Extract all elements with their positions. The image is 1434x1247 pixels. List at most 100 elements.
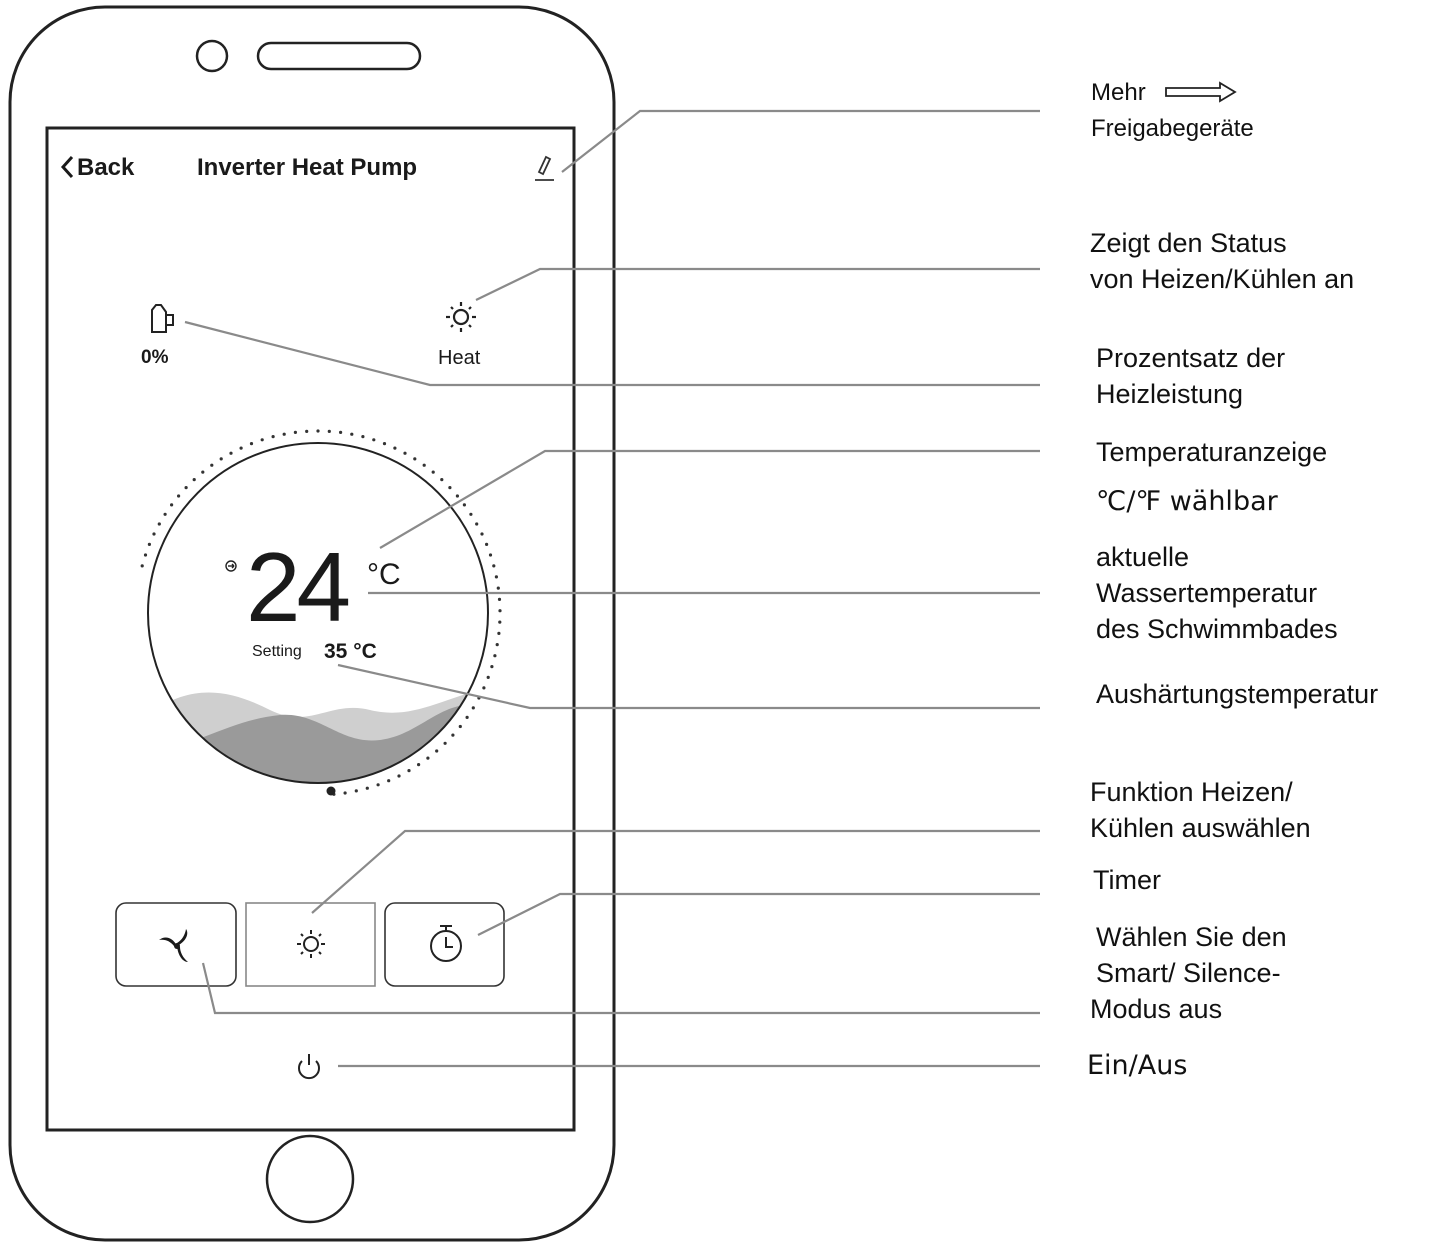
dial-indicator-dot[interactable] bbox=[326, 786, 336, 796]
dial-dot bbox=[177, 494, 181, 498]
dial-dot bbox=[143, 553, 148, 557]
dial-dot bbox=[382, 442, 387, 446]
label-mode-select-1: Funktion Heizen/ bbox=[1090, 777, 1293, 807]
arrow-right-icon bbox=[1165, 81, 1237, 103]
label-fan-2: Smart/ Silence- bbox=[1096, 958, 1281, 988]
label-water-1: aktuelle bbox=[1096, 542, 1190, 572]
dial-dot bbox=[192, 478, 196, 482]
dial-dot bbox=[397, 774, 401, 778]
dial-dot bbox=[431, 470, 435, 474]
dial-dot bbox=[458, 724, 462, 729]
dial-dot bbox=[147, 542, 151, 547]
dial-dot bbox=[184, 486, 188, 490]
dial-dot bbox=[494, 575, 498, 579]
dial-dot bbox=[426, 756, 430, 760]
app-title: Inverter Heat Pump bbox=[197, 154, 418, 181]
dial-dot bbox=[490, 665, 494, 669]
setting-label: Setting bbox=[252, 643, 302, 660]
dial-dot bbox=[435, 749, 439, 753]
dial-dot bbox=[271, 435, 275, 439]
label-fan-1: Wählen Sie den bbox=[1096, 922, 1287, 952]
dial-dot bbox=[480, 532, 484, 536]
dial-dot bbox=[485, 542, 489, 547]
dial-dot bbox=[497, 597, 502, 602]
dial-dot bbox=[393, 446, 397, 450]
dial-dot bbox=[361, 435, 365, 439]
current-temperature: 24 bbox=[246, 532, 351, 642]
dial-dot bbox=[498, 620, 502, 624]
dial-dot bbox=[465, 715, 469, 720]
dial-dot bbox=[305, 429, 309, 433]
dial-dot bbox=[163, 512, 167, 516]
dial-dot bbox=[350, 432, 354, 436]
dial-dot bbox=[462, 503, 466, 507]
dial-dot bbox=[451, 733, 455, 737]
label-temp-display: Temperaturanzeige bbox=[1096, 437, 1328, 467]
dial-dot bbox=[443, 741, 447, 745]
dial-dot bbox=[365, 786, 369, 790]
mode-status-label: Heat bbox=[438, 347, 481, 369]
dial-dot bbox=[455, 494, 459, 498]
label-power-2: Heizleistung bbox=[1096, 379, 1244, 409]
dial-dot bbox=[469, 512, 473, 516]
dial-dot bbox=[497, 631, 501, 636]
dial-dot bbox=[210, 463, 214, 467]
dial-dot bbox=[327, 429, 331, 433]
dial-dot bbox=[496, 586, 500, 590]
heat-cool-button[interactable] bbox=[245, 902, 376, 987]
label-share-devices: Freigabegeräte bbox=[1091, 115, 1254, 142]
dial-dot bbox=[170, 503, 174, 507]
back-label[interactable]: Back bbox=[77, 154, 134, 182]
dial-dot bbox=[387, 779, 391, 783]
dial-dot bbox=[403, 451, 407, 455]
setting-temperature: 35 °C bbox=[324, 640, 377, 663]
dial-dot bbox=[440, 478, 444, 482]
dial-dot bbox=[475, 522, 479, 526]
dial-dot bbox=[482, 686, 486, 690]
dial-dot bbox=[471, 706, 475, 710]
label-unit-select: ℃/℉ wählbar bbox=[1096, 486, 1278, 517]
dial-dot bbox=[152, 532, 156, 536]
dial-dot bbox=[486, 675, 490, 680]
power-percent-value: 0% bbox=[141, 347, 169, 368]
dial-dot bbox=[282, 432, 286, 436]
label-power-1: Prozentsatz der bbox=[1096, 343, 1286, 373]
label-mode-status-2: von Heizen/Kühlen an bbox=[1090, 264, 1355, 294]
label-timer: Timer bbox=[1093, 865, 1161, 895]
dial-dot bbox=[495, 643, 499, 647]
dial-dot bbox=[343, 791, 347, 795]
dial-dot bbox=[407, 769, 411, 773]
dial-dot bbox=[376, 783, 380, 787]
label-water-2: Wassertemperatur bbox=[1096, 578, 1318, 608]
dial-dot bbox=[140, 564, 144, 568]
dial-dot bbox=[372, 438, 376, 442]
dial-dot bbox=[339, 430, 343, 434]
dial-dot bbox=[498, 609, 502, 613]
dial-dot bbox=[239, 446, 243, 450]
label-setpoint: Aushärtungstemperatur bbox=[1096, 679, 1379, 709]
label-share-more: Mehr bbox=[1091, 79, 1146, 106]
label-fan-3: Modus aus bbox=[1090, 994, 1223, 1024]
dial-dot bbox=[492, 564, 496, 568]
dial-dot bbox=[448, 486, 452, 490]
dial-dot bbox=[417, 763, 421, 767]
label-power-toggle: Ein/Aus bbox=[1087, 1050, 1188, 1081]
dial-dot bbox=[422, 463, 426, 467]
label-water-3: des Schwimmbades bbox=[1096, 614, 1338, 644]
dial-dot bbox=[493, 654, 497, 658]
timer-button[interactable] bbox=[384, 902, 505, 987]
dial-dot bbox=[219, 457, 223, 461]
dial-dot bbox=[201, 470, 205, 474]
temperature-unit[interactable]: °C bbox=[367, 558, 401, 592]
label-mode-status-1: Zeigt den Status bbox=[1090, 228, 1287, 258]
label-mode-select-2: Kühlen auswählen bbox=[1090, 813, 1311, 843]
dial-dot bbox=[354, 789, 358, 793]
dial-dot bbox=[316, 429, 320, 433]
dial-dot bbox=[293, 430, 297, 434]
dial-dot bbox=[488, 553, 493, 557]
dial-dot bbox=[249, 442, 254, 446]
dial-dot bbox=[229, 451, 233, 455]
dial-dot bbox=[157, 522, 161, 526]
dial-dot bbox=[260, 438, 264, 442]
dial-dot bbox=[413, 457, 417, 461]
